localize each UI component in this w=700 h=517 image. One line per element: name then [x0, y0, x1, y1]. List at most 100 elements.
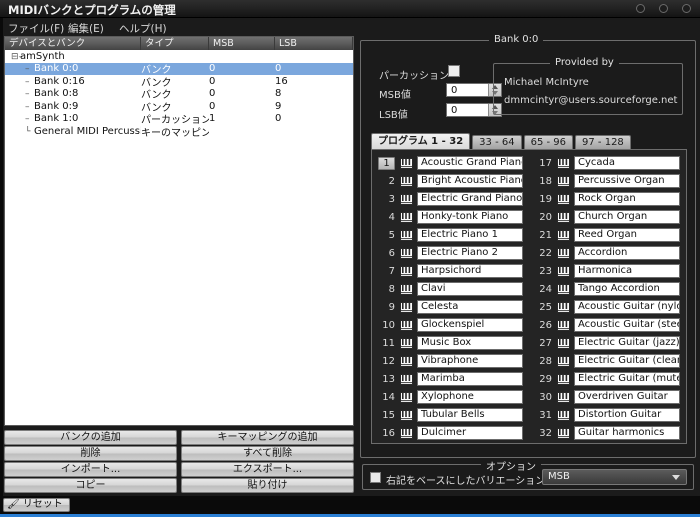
piano-keyboard-icon[interactable] — [400, 247, 413, 259]
program-name-field[interactable]: Acoustic Grand Piano — [417, 156, 523, 170]
piano-keyboard-icon[interactable] — [400, 355, 413, 367]
program-row[interactable]: 14 Xylophone — [372, 388, 529, 406]
program-name-field[interactable]: Xylophone — [417, 390, 523, 404]
program-row[interactable]: 30 Overdriven Guitar — [529, 388, 686, 406]
tree-header-lsb[interactable]: LSB — [275, 37, 353, 50]
menu-help[interactable]: ヘルプ(H) — [119, 21, 167, 36]
program-name-field[interactable]: Reed Organ — [574, 228, 680, 242]
piano-keyboard-icon[interactable] — [557, 211, 570, 223]
program-name-field[interactable]: Music Box — [417, 336, 523, 350]
tab-programs-1-32[interactable]: プログラム 1 - 32 — [371, 133, 471, 150]
tree-row[interactable]: └General MIDI Percussionキーのマッピング — [5, 125, 353, 139]
piano-keyboard-icon[interactable] — [557, 247, 570, 259]
piano-keyboard-icon[interactable] — [400, 319, 413, 331]
program-row[interactable]: 17 Cycada — [529, 154, 686, 172]
lsb-value[interactable]: 0 — [447, 104, 488, 116]
program-row[interactable]: 24 Tango Accordion — [529, 280, 686, 298]
program-name-field[interactable]: Guitar harmonics — [574, 426, 680, 440]
reset-button[interactable]: 🖌 リセット — [3, 498, 70, 512]
minimize-icon[interactable] — [636, 4, 645, 13]
program-name-field[interactable]: Vibraphone — [417, 354, 523, 368]
program-name-field[interactable]: Harmonica — [574, 264, 680, 278]
piano-keyboard-icon[interactable] — [400, 409, 413, 421]
program-row[interactable]: 9 Celesta — [372, 298, 529, 316]
variation-list-checkbox[interactable] — [370, 472, 381, 483]
tree-header-type[interactable]: タイプ — [141, 37, 209, 50]
program-row[interactable]: 28 Electric Guitar (clean) — [529, 352, 686, 370]
program-row[interactable]: 13 Marimba — [372, 370, 529, 388]
program-row[interactable]: 15 Tubular Bells — [372, 406, 529, 424]
piano-keyboard-icon[interactable] — [557, 355, 570, 367]
piano-keyboard-icon[interactable] — [400, 193, 413, 205]
paste-button[interactable]: 貼り付け — [181, 478, 354, 493]
close-icon[interactable] — [682, 4, 691, 13]
piano-keyboard-icon[interactable] — [400, 427, 413, 439]
copy-button[interactable]: コピー — [4, 478, 177, 493]
program-name-field[interactable]: Church Organ — [574, 210, 680, 224]
program-name-field[interactable]: Dulcimer — [417, 426, 523, 440]
program-name-field[interactable]: Electric Guitar (clean) — [574, 354, 680, 368]
program-row[interactable]: 5 Electric Piano 1 — [372, 226, 529, 244]
export-button[interactable]: エクスポート... — [181, 462, 354, 477]
program-row[interactable]: 2 Bright Acoustic Piano — [372, 172, 529, 190]
piano-keyboard-icon[interactable] — [557, 283, 570, 295]
piano-keyboard-icon[interactable] — [557, 373, 570, 385]
piano-keyboard-icon[interactable] — [400, 211, 413, 223]
program-row[interactable]: 16 Dulcimer — [372, 424, 529, 442]
piano-keyboard-icon[interactable] — [400, 373, 413, 385]
program-name-field[interactable]: Acoustic Guitar (steel) — [574, 318, 680, 332]
program-name-field[interactable]: Rock Organ — [574, 192, 680, 206]
program-row[interactable]: 32 Guitar harmonics — [529, 424, 686, 442]
program-row[interactable]: 11 Music Box — [372, 334, 529, 352]
add-keymapping-button[interactable]: キーマッピングの追加 — [181, 430, 354, 445]
piano-keyboard-icon[interactable] — [557, 427, 570, 439]
program-name-field[interactable]: Distortion Guitar — [574, 408, 680, 422]
program-name-field[interactable]: Tubular Bells — [417, 408, 523, 422]
program-number-1[interactable]: 1 — [378, 156, 395, 170]
program-row[interactable]: 27 Electric Guitar (jazz) — [529, 334, 686, 352]
program-name-field[interactable]: Clavi — [417, 282, 523, 296]
piano-keyboard-icon[interactable] — [557, 409, 570, 421]
program-row[interactable]: 7 Harpsichord — [372, 262, 529, 280]
tab-programs-97-128[interactable]: 97 - 128 — [575, 135, 631, 150]
piano-keyboard-icon[interactable] — [557, 265, 570, 277]
program-row[interactable]: 8 Clavi — [372, 280, 529, 298]
piano-keyboard-icon[interactable] — [557, 337, 570, 349]
menu-edit[interactable]: 編集(E) — [68, 21, 104, 36]
piano-keyboard-icon[interactable] — [400, 175, 413, 187]
piano-keyboard-icon[interactable] — [557, 301, 570, 313]
program-name-field[interactable]: Marimba — [417, 372, 523, 386]
program-row[interactable]: 26 Acoustic Guitar (steel) — [529, 316, 686, 334]
piano-keyboard-icon[interactable] — [400, 157, 413, 169]
program-name-field[interactable]: Electric Guitar (muted) — [574, 372, 680, 386]
menu-file[interactable]: ファイル(F) — [8, 21, 64, 36]
program-row[interactable]: 1 Acoustic Grand Piano — [372, 154, 529, 172]
piano-keyboard-icon[interactable] — [557, 157, 570, 169]
piano-keyboard-icon[interactable] — [400, 229, 413, 241]
program-row[interactable]: 4 Honky-tonk Piano — [372, 208, 529, 226]
program-name-field[interactable]: Honky-tonk Piano — [417, 210, 523, 224]
program-row[interactable]: 10 Glockenspiel — [372, 316, 529, 334]
percussion-checkbox[interactable] — [448, 65, 460, 77]
program-name-field[interactable]: Electric Piano 1 — [417, 228, 523, 242]
program-name-field[interactable]: Overdriven Guitar — [574, 390, 680, 404]
maximize-icon[interactable] — [659, 4, 668, 13]
program-name-field[interactable]: Celesta — [417, 300, 523, 314]
program-name-field[interactable]: Electric Guitar (jazz) — [574, 336, 680, 350]
piano-keyboard-icon[interactable] — [400, 265, 413, 277]
msb-value[interactable]: 0 — [447, 84, 488, 96]
piano-keyboard-icon[interactable] — [557, 391, 570, 403]
variation-base-select[interactable]: MSB — [542, 469, 687, 485]
program-row[interactable]: 6 Electric Piano 2 — [372, 244, 529, 262]
program-row[interactable]: 18 Percussive Organ — [529, 172, 686, 190]
program-row[interactable]: 31 Distortion Guitar — [529, 406, 686, 424]
program-name-field[interactable]: Accordion — [574, 246, 680, 260]
program-name-field[interactable]: Electric Grand Piano — [417, 192, 523, 206]
piano-keyboard-icon[interactable] — [400, 301, 413, 313]
piano-keyboard-icon[interactable] — [557, 175, 570, 187]
program-name-field[interactable]: Electric Piano 2 — [417, 246, 523, 260]
program-row[interactable]: 3 Electric Grand Piano — [372, 190, 529, 208]
program-name-field[interactable]: Percussive Organ — [574, 174, 680, 188]
program-name-field[interactable]: Cycada — [574, 156, 680, 170]
piano-keyboard-icon[interactable] — [400, 283, 413, 295]
